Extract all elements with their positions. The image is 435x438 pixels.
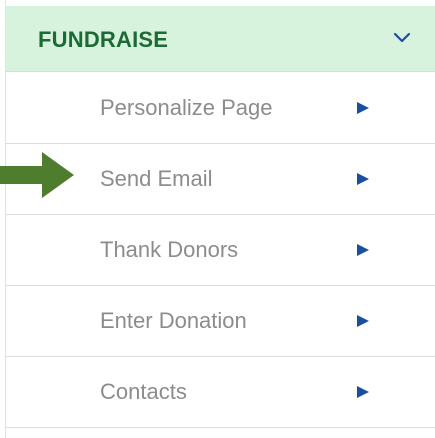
- menu-item-contacts[interactable]: Contacts: [6, 357, 435, 428]
- play-arrow-icon: [356, 172, 370, 186]
- green-pointer-arrow-icon: [0, 150, 76, 200]
- fundraise-section-header[interactable]: FUNDRAISE: [6, 6, 435, 72]
- play-arrow-icon: [356, 314, 370, 328]
- menu-item-label: Send Email: [100, 166, 213, 191]
- menu-item-enter-donation[interactable]: Enter Donation: [6, 286, 435, 357]
- menu-item-label: Personalize Page: [100, 95, 273, 120]
- menu-item-label: Enter Donation: [100, 308, 247, 333]
- menu-item-label: Thank Donors: [100, 237, 239, 262]
- section-title: FUNDRAISE: [38, 27, 169, 52]
- play-arrow-icon: [356, 385, 370, 399]
- menu-item-label: Contacts: [100, 379, 187, 404]
- chevron-down-icon[interactable]: [390, 28, 414, 48]
- play-arrow-icon: [356, 101, 370, 115]
- play-arrow-icon: [356, 243, 370, 257]
- fundraise-menu-panel: FUNDRAISE Personalize Page Send Email Th…: [5, 0, 435, 438]
- menu-item-personalize-page[interactable]: Personalize Page: [6, 73, 435, 144]
- menu-item-thank-donors[interactable]: Thank Donors: [6, 215, 435, 286]
